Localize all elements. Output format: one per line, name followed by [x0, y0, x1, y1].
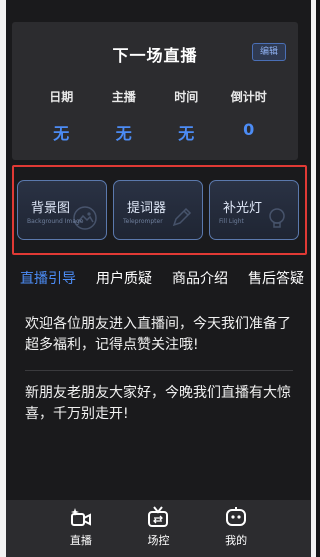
- time-header: 时间: [174, 90, 199, 104]
- bottom-navigation: 直播 场控 我的: [6, 500, 311, 557]
- host-value: 无: [115, 124, 132, 143]
- edit-button[interactable]: 编辑: [252, 43, 286, 61]
- image-icon: [73, 206, 97, 230]
- info-column-date: 日期 无: [30, 88, 93, 144]
- time-value: 无: [178, 124, 195, 143]
- teleprompter-label: 提词器: [127, 201, 167, 216]
- bulb-icon: [269, 208, 285, 228]
- background-image-label: 背景图: [31, 201, 71, 216]
- host-header: 主播: [111, 90, 136, 104]
- nav-item-live[interactable]: 直播: [51, 500, 111, 557]
- tool-buttons-row: 背景图 Background Image 提词器 Teleprompter 补光…: [12, 165, 307, 255]
- date-header: 日期: [49, 90, 74, 104]
- robot-face-icon: [226, 507, 247, 526]
- info-column-countdown: 倒计时 0: [218, 88, 281, 144]
- teleprompter-button[interactable]: 提词器 Teleprompter: [113, 180, 203, 240]
- tab-live-guide[interactable]: 直播引导: [20, 268, 76, 288]
- nav-item-profile[interactable]: 我的: [206, 500, 266, 557]
- info-column-host: 主播 无: [93, 88, 156, 144]
- tab-user-questions[interactable]: 用户质疑: [96, 268, 152, 288]
- tab-after-sales[interactable]: 售后答疑: [248, 268, 304, 288]
- teleprompter-sublabel: Teleprompter: [123, 218, 163, 225]
- script-message[interactable]: 欢迎各位朋友进入直播间，今天我们准备了超多福利，记得点赞关注哦!: [15, 302, 303, 370]
- script-category-tabs: 直播引导 用户质疑 商品介绍 售后答疑: [20, 268, 304, 288]
- background-image-button[interactable]: 背景图 Background Image: [17, 180, 107, 240]
- nav-label-profile: 我的: [225, 534, 248, 547]
- countdown-value: 0: [243, 120, 255, 139]
- nav-label-live: 直播: [69, 534, 92, 547]
- info-column-time: 时间 无: [155, 88, 218, 144]
- fill-light-label: 补光灯: [223, 201, 263, 216]
- pen-icon: [172, 207, 192, 227]
- right-edge: [311, 0, 316, 557]
- nav-label-control: 场控: [147, 534, 170, 547]
- nav-item-control[interactable]: 场控: [128, 500, 188, 557]
- tab-product-intro[interactable]: 商品介绍: [172, 268, 228, 288]
- script-message-list: 欢迎各位朋友进入直播间，今天我们准备了超多福利，记得点赞关注哦! 新朋友老朋友大…: [15, 302, 303, 439]
- live-info-grid: 日期 无 主播 无 时间 无 倒计时 0: [30, 88, 280, 144]
- tv-icon: [148, 506, 169, 527]
- next-live-card: 下一场直播 编辑 日期 无 主播 无 时间 无 倒计时 0: [12, 22, 298, 160]
- live-camera-icon: [70, 508, 91, 526]
- script-message[interactable]: 新朋友老朋友大家好，今晚我们直播有大惊喜，千万别走开!: [15, 371, 303, 439]
- countdown-header: 倒计时: [230, 90, 267, 104]
- fill-light-sublabel: Fill Light: [219, 218, 244, 225]
- date-value: 无: [53, 124, 70, 143]
- fill-light-button[interactable]: 补光灯 Fill Light: [209, 180, 299, 240]
